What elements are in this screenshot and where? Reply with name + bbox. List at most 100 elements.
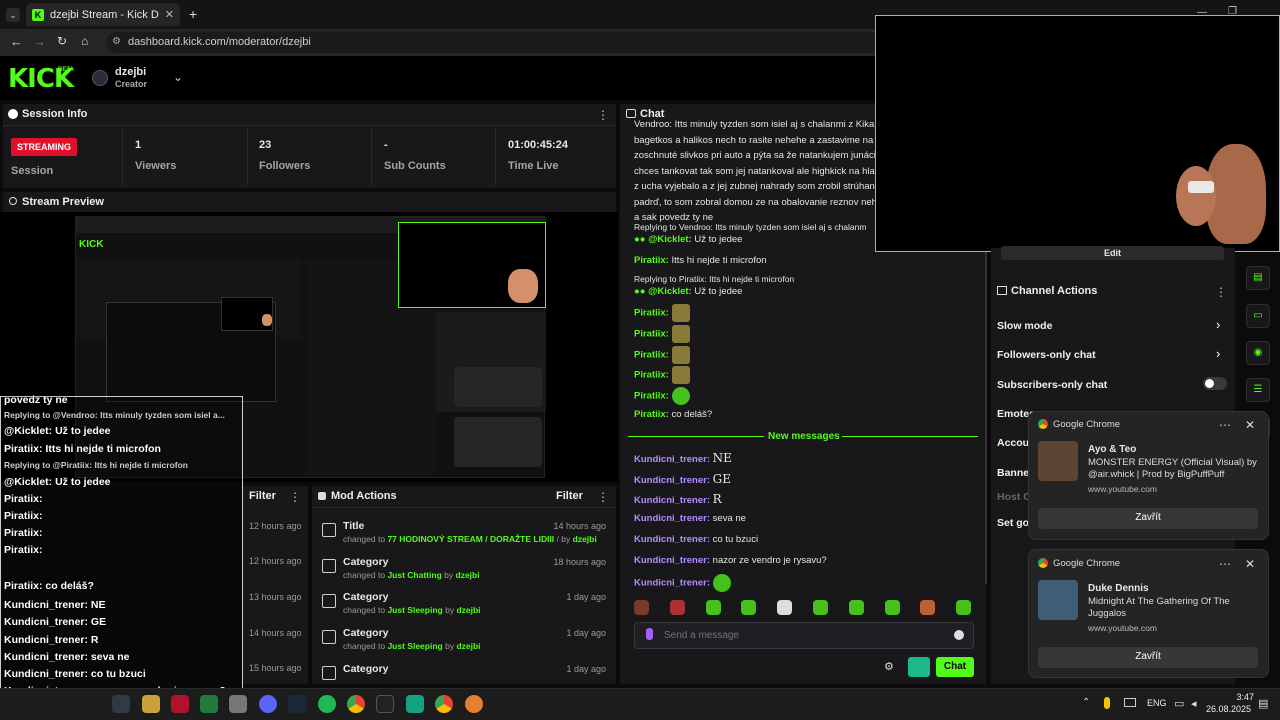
subscribers-only-item[interactable]: Subscribers-only chat (997, 379, 1107, 391)
slow-mode-item[interactable]: Slow mode (997, 320, 1052, 332)
chat-message: Piratiix: (634, 346, 690, 364)
chat-message: Kundicni_trener: nazor ze vendro je rysa… (634, 555, 827, 566)
sidebar-chat-icon[interactable]: ▭ (1246, 304, 1270, 328)
emoji-icon[interactable] (954, 630, 964, 640)
emote-button[interactable] (848, 600, 864, 615)
channel-actions-menu-icon[interactable]: ⋮ (1215, 285, 1227, 299)
chat-username[interactable]: Kundicni_trener: (634, 495, 710, 506)
host-item[interactable]: Host C (997, 491, 1031, 503)
banned-item[interactable]: Banne (997, 467, 1029, 479)
volume-icon[interactable]: ◂ (1191, 697, 1197, 710)
notification-dismiss-button[interactable]: Zavřít (1038, 647, 1258, 668)
settings-icon[interactable]: ⚙ (884, 660, 894, 673)
sidebar-layout-icon[interactable]: ☰ (1246, 378, 1270, 402)
emote-button[interactable] (705, 600, 721, 615)
mod-action-detail: changed to Just Sleeping by dzejbi (343, 641, 481, 651)
emote-button[interactable] (777, 600, 793, 615)
chevron-down-icon[interactable]: ⌄ (173, 70, 183, 84)
app-icon[interactable] (406, 695, 424, 713)
overlay-chat-line: @Kicklet: Už to jedee (4, 425, 111, 437)
chevron-right-icon[interactable]: › (1216, 317, 1220, 332)
quick-actions-icon[interactable] (908, 657, 930, 677)
emote-button[interactable] (741, 600, 757, 615)
file-explorer-icon[interactable] (142, 695, 160, 713)
activity-filter-button[interactable]: Filter (249, 490, 276, 502)
overlay-chat-line: povedz ty ne (4, 394, 68, 406)
site-info-icon[interactable]: ⚙ (112, 36, 121, 47)
sidebar-broadcast-icon[interactable]: ◉ (1246, 341, 1270, 365)
steam-icon[interactable] (288, 695, 306, 713)
new-tab-icon[interactable]: + (189, 6, 197, 22)
emote-button[interactable] (634, 600, 649, 615)
reload-icon[interactable]: ↻ (57, 34, 67, 48)
send-chat-button[interactable]: Chat (936, 657, 974, 677)
forward-icon[interactable]: → (33, 34, 46, 49)
chat-username[interactable]: Kundicni_trener: (634, 513, 710, 524)
notification-title: Duke Dennis (1088, 583, 1149, 594)
set-goal-item[interactable]: Set go (997, 517, 1029, 529)
mic-tray-icon[interactable] (1104, 697, 1110, 709)
session-menu-icon[interactable]: ⋮ (597, 108, 609, 122)
clock-date[interactable]: 26.08.2025 (1206, 704, 1251, 714)
language-indicator[interactable]: ENG (1147, 698, 1167, 708)
chrome-active-icon[interactable] (435, 695, 453, 713)
chrome-taskbar-icon[interactable] (347, 695, 365, 713)
browser-tab[interactable]: K dzejbi Stream - Kick Dashboard ✕ (26, 3, 180, 26)
chat-message: ●● @Kicklet: Už to jedee (634, 286, 743, 297)
session-info-title: Session Info (22, 108, 88, 120)
app-icon[interactable] (465, 695, 483, 713)
chevron-right-icon[interactable]: › (1216, 346, 1220, 361)
keyboard-icon[interactable] (1124, 698, 1136, 707)
chat-username[interactable]: Kundicni_trener: (634, 454, 710, 465)
tab-list-icon[interactable]: ⌄ (6, 8, 20, 22)
app-icon[interactable] (229, 695, 247, 713)
chat-message-text: GE (712, 472, 732, 486)
account-item[interactable]: Accou (997, 437, 1029, 449)
mod-action-type: Category (343, 591, 389, 603)
emote-button[interactable] (813, 600, 828, 615)
close-tab-icon[interactable]: ✕ (165, 8, 174, 21)
mod-filter-button[interactable]: Filter (556, 490, 583, 502)
notification-center-icon[interactable]: ▤ (1258, 697, 1268, 710)
tray-chevron-icon[interactable]: ⌃ (1082, 697, 1090, 708)
notification-more-icon[interactable]: ⋯ (1219, 418, 1231, 432)
emote-button[interactable] (920, 600, 936, 615)
sidebar-file-icon[interactable]: ▤ (1246, 266, 1270, 290)
discord-icon[interactable] (259, 695, 277, 713)
chat-username[interactable]: Kundicni_trener: (634, 534, 710, 545)
edit-button[interactable]: Edit (1001, 246, 1224, 260)
spotify-icon[interactable] (318, 695, 336, 713)
chat-username[interactable]: Kundicni_trener: (634, 475, 710, 486)
chat-input[interactable] (664, 626, 934, 645)
mod-action-by: / by (556, 534, 571, 544)
notification-close-icon[interactable]: ✕ (1245, 557, 1255, 571)
notification-close-icon[interactable]: ✕ (1245, 418, 1255, 432)
emote-button[interactable] (884, 600, 900, 615)
xbox-icon[interactable] (200, 695, 218, 713)
settings-app-icon[interactable] (112, 695, 130, 713)
emote (671, 325, 690, 343)
chat-username[interactable]: Kundicni_trener: (634, 555, 710, 566)
chat-message: ●● @Kicklet: Už to jedee (634, 234, 743, 245)
app-icon[interactable] (171, 695, 189, 713)
mod-action-time: 14 hours ago (553, 521, 606, 531)
microphone-icon[interactable] (646, 628, 653, 640)
audio-app-icon[interactable] (376, 695, 394, 713)
followers-only-item[interactable]: Followers-only chat (997, 349, 1096, 361)
activity-menu-icon[interactable]: ⋮ (289, 490, 301, 504)
emote-button[interactable] (956, 600, 972, 615)
subscribers-only-toggle[interactable] (1203, 377, 1227, 390)
back-icon[interactable]: ← (10, 34, 23, 49)
mod-menu-icon[interactable]: ⋮ (597, 490, 609, 504)
notification-more-icon[interactable]: ⋯ (1219, 557, 1231, 571)
new-messages-label[interactable]: New messages (768, 431, 840, 442)
clock-time[interactable]: 3:47 (1218, 692, 1254, 702)
emote-button[interactable] (669, 600, 685, 615)
notification-dismiss-button[interactable]: Zavřít (1038, 508, 1258, 529)
emote (671, 387, 690, 405)
network-icon[interactable]: ▭ (1174, 697, 1184, 710)
url-field[interactable]: dashboard.kick.com/moderator/dzejbi (106, 32, 886, 53)
mod-action-detail: changed to Just Chatting by dzejbi (343, 570, 480, 580)
avatar[interactable] (92, 70, 108, 86)
home-icon[interactable]: ⌂ (81, 34, 88, 48)
